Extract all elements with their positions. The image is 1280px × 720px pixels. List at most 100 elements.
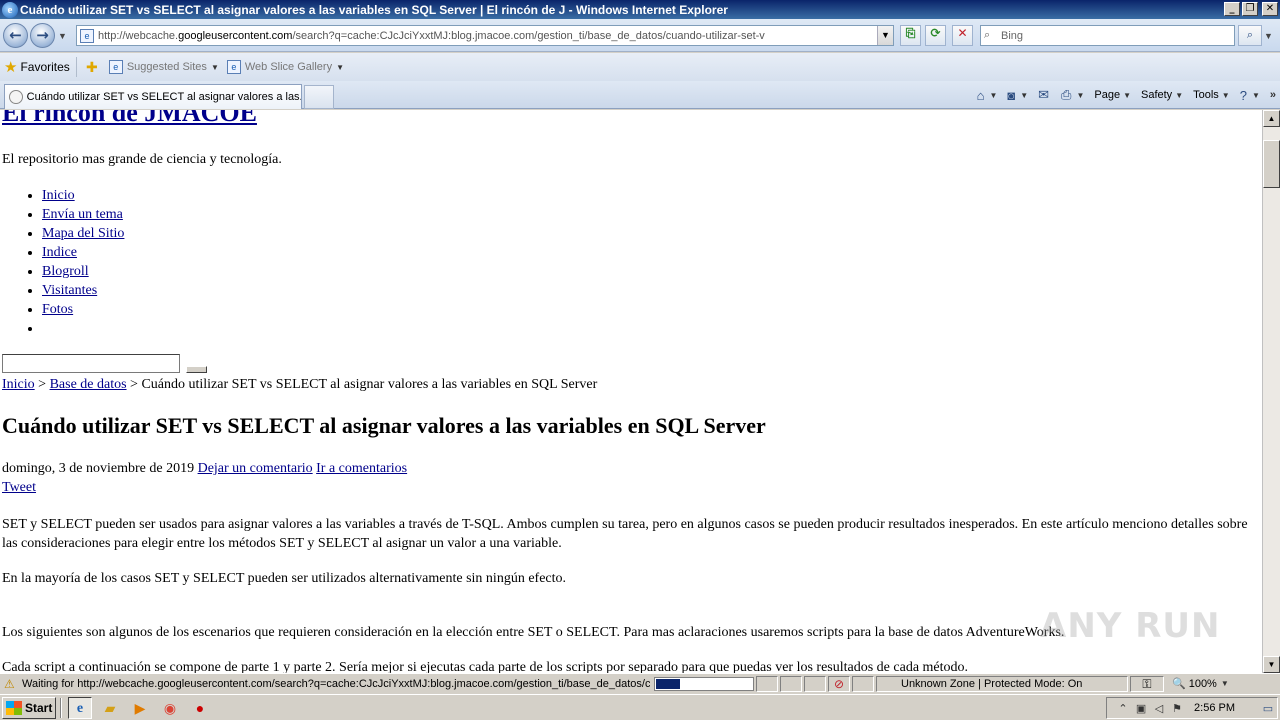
safety-menu[interactable]: Safety ▼ — [1141, 89, 1183, 101]
scroll-thumb[interactable] — [1263, 140, 1280, 188]
nav-item: Fotos — [42, 300, 124, 319]
star-icon: ★ — [4, 59, 18, 76]
mail-button[interactable]: ✉ — [1038, 87, 1051, 103]
search-options-dropdown[interactable]: ▼ — [1264, 31, 1273, 41]
site-search-button[interactable] — [186, 366, 207, 373]
more-commands-button[interactable]: » — [1270, 89, 1276, 101]
forward-button[interactable]: → — [30, 23, 55, 48]
vertical-scrollbar[interactable]: ▲ ▼ — [1262, 110, 1280, 673]
protected-mode-icon[interactable]: ⚿ — [1130, 675, 1164, 692]
loading-icon — [9, 90, 23, 104]
page-icon: e — [80, 28, 94, 43]
start-label: Start — [25, 700, 53, 715]
suggested-sites-link[interactable]: e Suggested Sites ▼ — [108, 60, 219, 74]
printer-icon: ⎙ — [1061, 87, 1072, 102]
breadcrumb-category-link[interactable]: Base de datos — [50, 377, 127, 392]
address-bar[interactable]: e http://webcache.googleusercontent.com/… — [76, 25, 894, 46]
page-menu-label: Page — [1094, 89, 1121, 101]
add-to-favorites-icon[interactable]: ✚ — [83, 58, 101, 76]
minimize-button[interactable]: _ — [1224, 2, 1240, 16]
volume-icon[interactable]: ◁ — [1150, 702, 1168, 715]
goto-comments-link[interactable]: Ir a comentarios — [316, 461, 407, 476]
start-button[interactable]: Start — [2, 696, 56, 719]
post-date: domingo, 3 de noviembre de 2019 — [2, 461, 198, 476]
show-desktop-icon[interactable]: ▭ — [1259, 702, 1277, 715]
nav-link-mapa-del-sitio[interactable]: Mapa del Sitio — [42, 226, 124, 241]
site-title-link[interactable]: El rincón de JMACOE — [2, 110, 257, 127]
url-path: /search?q=cache:CJcJciYxxtMJ:blog.jmacoe… — [292, 29, 765, 42]
help-button[interactable]: ? ▼ — [1240, 88, 1260, 103]
chrome-icon[interactable]: ◉ — [158, 697, 182, 719]
close-window-button[interactable]: ✕ — [1262, 2, 1278, 16]
nav-item-empty — [42, 319, 124, 338]
feeds-button[interactable]: ◙ ▼ — [1007, 88, 1028, 103]
scroll-up-button[interactable]: ▲ — [1263, 110, 1280, 127]
power-flag-icon[interactable]: ⚑ — [1168, 702, 1186, 715]
window-title: Cuándo utilizar SET vs SELECT al asignar… — [20, 2, 728, 17]
address-dropdown-icon[interactable]: ▼ — [877, 26, 893, 45]
recent-pages-dropdown[interactable]: ▼ — [58, 31, 67, 41]
back-button[interactable]: ← — [3, 23, 28, 48]
tools-menu[interactable]: Tools ▼ — [1193, 89, 1230, 101]
chevron-down-icon: ▼ — [210, 62, 219, 72]
page-menu[interactable]: Page ▼ — [1094, 89, 1131, 101]
site-search-input[interactable] — [2, 354, 180, 373]
network-icon[interactable]: ▣ — [1132, 702, 1150, 715]
nav-item: Blogroll — [42, 262, 124, 281]
favorites-bar: ★ Favorites ✚ e Suggested Sites ▼ e Web … — [0, 53, 1280, 81]
leave-comment-link[interactable]: Dejar un comentario — [198, 461, 313, 476]
search-button[interactable]: ⌕ — [1238, 25, 1262, 46]
tweet-link[interactable]: Tweet — [2, 480, 36, 495]
chevron-down-icon: ▼ — [1020, 90, 1029, 100]
security-zone[interactable]: Unknown Zone | Protected Mode: On — [876, 675, 1128, 692]
chevron-down-icon: ▼ — [1251, 90, 1260, 100]
new-tab-button[interactable] — [304, 85, 334, 109]
scroll-down-button[interactable]: ▼ — [1263, 656, 1280, 673]
nav-link-envia-un-tema[interactable]: Envía un tema — [42, 207, 123, 222]
mail-icon: ✉ — [1038, 87, 1050, 102]
page-content: El rincón de JMACOE El repositorio mas g… — [0, 110, 1262, 673]
nav-link-fotos[interactable]: Fotos — [42, 302, 73, 317]
tab-active[interactable]: Cuándo utilizar SET vs SELECT al asignar… — [4, 84, 302, 109]
nav-link-blogroll[interactable]: Blogroll — [42, 264, 89, 279]
nav-link-inicio[interactable]: Inicio — [42, 188, 75, 203]
nav-link-indice[interactable]: Indice — [42, 245, 77, 260]
breadcrumb-current: > Cuándo utilizar SET vs SELECT al asign… — [126, 377, 598, 392]
compatibility-view-button[interactable]: ⎘ — [900, 25, 921, 46]
status-bar: ⚠ Waiting for http://webcache.googleuser… — [0, 673, 1280, 693]
refresh-button[interactable]: ⟳ — [925, 25, 946, 46]
print-button[interactable]: ⎙ ▼ — [1061, 87, 1084, 103]
breadcrumb-home-link[interactable]: Inicio — [2, 377, 35, 392]
address-url[interactable]: http://webcache.googleusercontent.com/se… — [98, 30, 877, 42]
nav-link-visitantes[interactable]: Visitantes — [42, 283, 97, 298]
favorites-button[interactable]: ★ Favorites — [4, 58, 70, 76]
search-placeholder: Bing — [1001, 29, 1024, 42]
folder-icon[interactable]: ▰ — [98, 697, 122, 719]
nav-item: Inicio — [42, 186, 124, 205]
restore-button[interactable]: ❐ — [1242, 2, 1258, 16]
stop-button[interactable]: ✕ — [952, 25, 973, 46]
internet-explorer-taskbar-icon[interactable]: e — [68, 696, 92, 719]
search-provider-icon: ⌕ — [984, 29, 991, 41]
post-meta: domingo, 3 de noviembre de 2019 Dejar un… — [2, 461, 407, 477]
site-title: El rincón de JMACOE — [2, 110, 257, 128]
zoom-control[interactable]: 🔍 100% ▼ — [1172, 677, 1229, 691]
chevron-down-icon: ▼ — [989, 90, 998, 100]
tab-bar: Cuándo utilizar SET vs SELECT al asignar… — [0, 81, 1280, 109]
alert-icon[interactable]: ● — [188, 697, 212, 719]
web-slice-gallery-link[interactable]: e Web Slice Gallery ▼ — [226, 60, 344, 74]
status-pane — [780, 675, 802, 692]
command-bar: ⌂ ▼ ◙ ▼ ✉ ⎙ ▼ Page ▼ Safety ▼ Tools ▼ ? ▼ » — [977, 84, 1276, 106]
show-hidden-icons-icon[interactable]: ⌃ — [1114, 702, 1132, 715]
chevron-down-icon: ▼ — [1175, 90, 1184, 100]
site-tagline: El repositorio mas grande de ciencia y t… — [2, 152, 282, 167]
search-box[interactable]: ⌕ Bing — [980, 25, 1235, 46]
home-button[interactable]: ⌂ ▼ — [977, 88, 998, 103]
safety-menu-label: Safety — [1141, 89, 1173, 101]
ie-logo-icon: e — [2, 1, 18, 18]
chevron-down-icon: ▼ — [1076, 90, 1085, 100]
media-player-icon[interactable]: ▶ — [128, 697, 152, 719]
nav-item: Indice — [42, 243, 124, 262]
clock[interactable]: 2:56 PM — [1194, 702, 1235, 714]
popup-blocked-icon[interactable]: ⊘ — [828, 675, 850, 692]
